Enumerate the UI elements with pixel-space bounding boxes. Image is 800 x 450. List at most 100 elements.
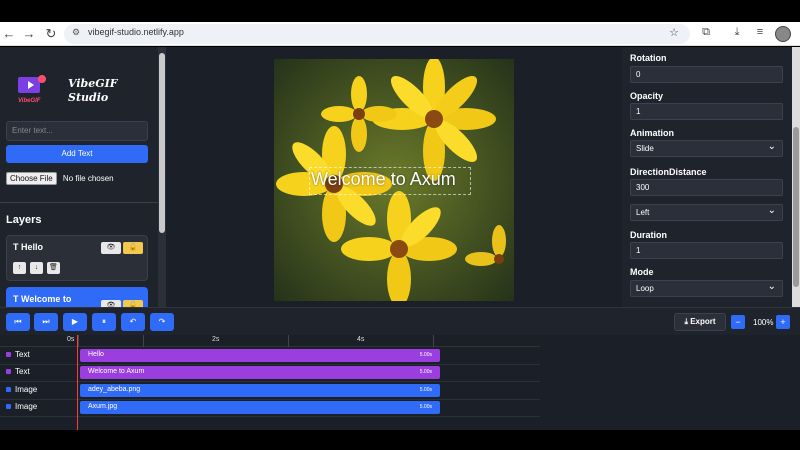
zoom-in-button[interactable]: +: [776, 315, 790, 329]
skip-forward-icon[interactable]: ⏭: [34, 313, 58, 331]
play-icon[interactable]: ▶: [63, 313, 87, 331]
undo-icon[interactable]: ↶: [121, 313, 145, 331]
sidebar-scrollbar[interactable]: [158, 47, 166, 307]
clip-name: Axum.jpg: [88, 403, 118, 410]
layer-item[interactable]: T Hello 👁 🔓 ↑ ↓ 🗑: [6, 235, 148, 281]
address-bar[interactable]: ⚙ vibegif-studio.netlify.app: [64, 24, 690, 44]
direction-distance-input[interactable]: 300: [630, 179, 783, 196]
app-window: VibeGIF VibeGIF Studio Enter text... Add…: [0, 47, 800, 430]
layer-item-selected[interactable]: T Welcome to 👁 🔓: [6, 287, 148, 307]
playback-controls: ⏮ ⏭ ▶ ⏸ ↶ ↷ ⤓ Export − 100% +: [0, 307, 800, 335]
bottom-letterbox: [0, 430, 800, 450]
download-icon[interactable]: ⤓: [729, 26, 745, 39]
opacity-label: Opacity: [630, 91, 664, 101]
lock-icon[interactable]: 🔓: [123, 300, 143, 307]
direction-select-value: Left: [636, 208, 650, 217]
visibility-eye-icon[interactable]: 👁: [101, 300, 121, 307]
tick-label: 4s: [357, 336, 365, 343]
browser-toolbar: ← → ↻ ⚙ vibegif-studio.netlify.app ☆ ⧉ ⤓…: [0, 22, 800, 46]
scrollbar-thumb[interactable]: [793, 127, 799, 287]
direction-distance-label: DirectionDistance: [630, 167, 707, 177]
scrollbar-thumb[interactable]: [159, 53, 165, 233]
animation-select-value: Slide: [636, 144, 654, 153]
track-label: Image: [6, 385, 37, 394]
duration-label: Duration: [630, 230, 667, 240]
export-icon: ⤓: [684, 317, 688, 326]
timeline-clip[interactable]: adey_abeba.png 5.00s: [80, 384, 440, 397]
clip-name: Hello: [88, 351, 104, 358]
track-divider: [0, 381, 540, 382]
rotation-label: Rotation: [630, 53, 667, 63]
opacity-input[interactable]: 1: [630, 103, 783, 120]
tick-line: [288, 335, 289, 347]
clip-duration: 5.00s: [419, 404, 432, 410]
layer-name: T Hello: [13, 242, 44, 252]
clip-duration: 5.00s: [419, 352, 432, 358]
tick-line: [78, 335, 79, 347]
track-divider: [0, 416, 540, 417]
back-icon[interactable]: ←: [0, 25, 18, 43]
reload-icon[interactable]: ↻: [42, 25, 60, 43]
move-up-icon[interactable]: ↑: [13, 262, 26, 274]
profile-avatar[interactable]: [775, 26, 791, 42]
add-text-button[interactable]: Add Text: [6, 145, 148, 163]
zoom-level: 100%: [753, 318, 774, 327]
tick-label: 2s: [212, 336, 220, 343]
media-icon[interactable]: ≡: [752, 26, 768, 38]
direction-select[interactable]: Left: [630, 204, 783, 221]
tick-line: [143, 335, 144, 347]
canvas-stage: Welcome to Axum: [166, 47, 621, 307]
playhead[interactable]: [77, 335, 78, 430]
redo-icon[interactable]: ↷: [150, 313, 174, 331]
pause-icon[interactable]: ⏸: [92, 313, 116, 331]
zoom-out-button[interactable]: −: [731, 315, 745, 329]
properties-scrollbar[interactable]: [792, 47, 800, 307]
canvas-text-layer[interactable]: Welcome to Axum: [311, 169, 456, 190]
move-down-icon[interactable]: ↓: [30, 262, 43, 274]
track-label: Text: [6, 350, 30, 359]
extensions-icon[interactable]: ⧉: [698, 26, 714, 39]
rotation-input[interactable]: 0: [630, 66, 783, 83]
text-input[interactable]: Enter text...: [6, 121, 148, 141]
track-type-icon: [6, 404, 11, 410]
track-label: Image: [6, 402, 37, 411]
tick-line: [433, 335, 434, 347]
track-type-icon: [6, 387, 11, 393]
track-type-icon: [6, 352, 11, 358]
mode-label: Mode: [630, 267, 654, 277]
skip-back-icon[interactable]: ⏮: [6, 313, 30, 331]
svg-text:VibeGIF: VibeGIF: [18, 98, 41, 104]
site-info-icon[interactable]: ⚙: [72, 27, 80, 38]
export-button[interactable]: ⤓ Export: [674, 313, 726, 331]
animation-select[interactable]: Slide: [630, 140, 783, 157]
timeline-clip[interactable]: Axum.jpg 5.00s: [80, 401, 440, 414]
clip-name: adey_abeba.png: [88, 386, 141, 393]
clip-name: Welcome to Axum: [88, 368, 145, 375]
divider: [0, 202, 158, 203]
export-label: Export: [690, 317, 716, 326]
timeline-clip[interactable]: Welcome to Axum 5.00s: [80, 366, 440, 379]
visibility-eye-icon[interactable]: 👁: [101, 242, 121, 254]
lock-icon[interactable]: 🔓: [123, 242, 143, 254]
track-divider: [0, 399, 540, 400]
mode-select[interactable]: Loop: [630, 280, 783, 297]
delete-icon[interactable]: 🗑: [47, 262, 60, 274]
url-text: vibegif-studio.netlify.app: [88, 27, 184, 37]
timeline-clip[interactable]: Hello 5.00s: [80, 349, 440, 362]
track-type-icon: [6, 369, 11, 375]
app-logo-icon: VibeGIF: [18, 75, 46, 104]
file-upload: Choose File No file chosen: [6, 172, 114, 185]
track-label: Text: [6, 367, 30, 376]
forward-icon[interactable]: →: [20, 25, 38, 43]
duration-input[interactable]: 1: [630, 242, 783, 259]
clip-duration: 5.00s: [419, 369, 432, 375]
sidebar: VibeGIF VibeGIF Studio Enter text... Add…: [0, 47, 158, 307]
animation-label: Animation: [630, 128, 674, 138]
clip-duration: 5.00s: [419, 387, 432, 393]
timeline: 0s 2s 4s Text Hello 5.00s Text Welcome t…: [0, 335, 800, 430]
bookmark-star-icon[interactable]: ☆: [666, 26, 682, 39]
file-status-label: No file chosen: [62, 174, 114, 183]
screen: ← → ↻ ⚙ vibegif-studio.netlify.app ☆ ⧉ ⤓…: [0, 0, 800, 450]
choose-file-button[interactable]: Choose File: [6, 172, 57, 185]
layers-heading: Layers: [6, 214, 42, 226]
